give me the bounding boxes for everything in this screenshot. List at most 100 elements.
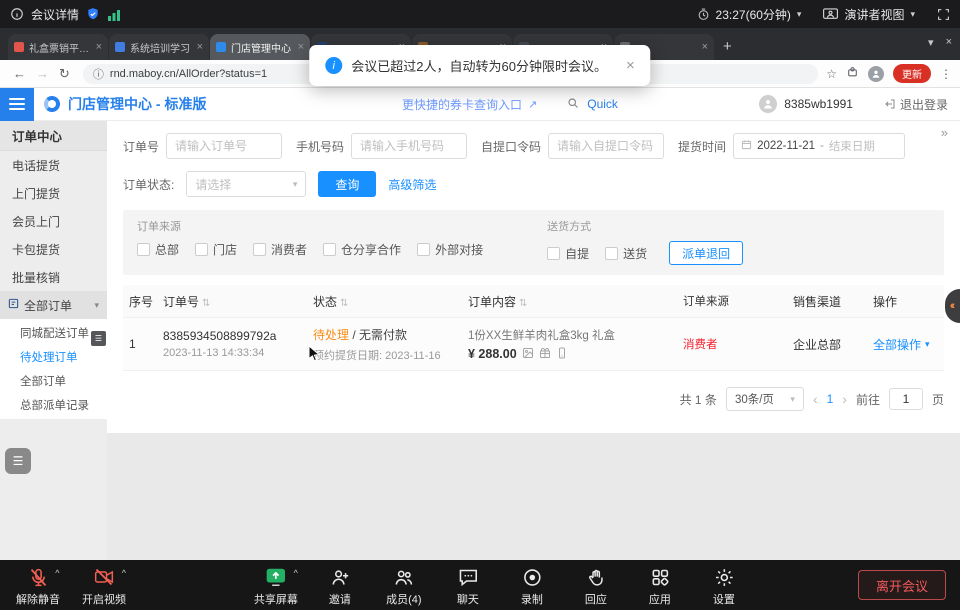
quick-menu-button[interactable]: ☰ (5, 448, 31, 474)
chat-button[interactable]: 聊天 (444, 565, 492, 607)
record-button[interactable]: 录制 (508, 565, 556, 607)
status-badge: 待处理 (313, 328, 349, 342)
browser-update-button[interactable]: 更新 (893, 64, 931, 83)
tab-close-icon[interactable]: × (298, 41, 304, 53)
image-icon[interactable] (522, 347, 534, 362)
phone-label: 手机号码 (296, 138, 344, 155)
invite-button[interactable]: 邀请 (316, 565, 364, 607)
order-status-select[interactable]: 请选择 ▾ (186, 171, 306, 197)
row-actions-dropdown[interactable]: 全部操作 ▾ (873, 336, 943, 353)
mute-button[interactable]: ^ 解除静音 (14, 565, 62, 607)
leave-meeting-button[interactable]: 离开会议 (858, 570, 946, 600)
browser-tab[interactable]: 系统培训学习× (109, 34, 209, 60)
select-caret-icon: ▾ (293, 179, 298, 190)
quick-search-link[interactable]: Quick (587, 97, 618, 111)
coupon-query-link[interactable]: 更快捷的券卡查询入口 (402, 96, 522, 113)
network-signal-icon[interactable] (107, 8, 121, 21)
sidebar-item-all-orders[interactable]: 全部订单 ▾ (0, 291, 107, 319)
reload-icon[interactable]: ↻ (59, 66, 70, 82)
order-table-row[interactable]: 1 8385934508899792a 2023-11-13 14:33:34 … (123, 317, 944, 371)
fullscreen-icon[interactable] (937, 8, 950, 21)
sort-icon[interactable]: ⇅ (340, 298, 348, 309)
view-caret-icon[interactable]: ▾ (910, 9, 915, 20)
back-icon[interactable]: ← (13, 66, 26, 81)
page-size-select[interactable]: 30条/页 ▾ (726, 387, 804, 411)
sidebar-item-cardbag-pickup[interactable]: 卡包提货 (0, 235, 107, 263)
search-button[interactable]: 查询 (318, 171, 376, 197)
video-options-caret-icon[interactable]: ^ (122, 568, 126, 578)
next-page-button[interactable]: › (842, 391, 847, 407)
dispatch-return-button[interactable]: 派单退回 (669, 241, 743, 265)
sidebar-toggle-icon[interactable]: ☰ (91, 331, 106, 346)
browser-tab-active[interactable]: 门店管理中心× (210, 34, 310, 60)
start-video-button[interactable]: ^ 开启视频 (80, 565, 128, 607)
logout-icon (884, 98, 896, 110)
sort-icon[interactable]: ⇅ (519, 298, 527, 309)
menu-button[interactable] (0, 88, 34, 121)
forward-icon[interactable]: → (36, 66, 49, 81)
mic-options-caret-icon[interactable]: ^ (55, 568, 59, 578)
site-info-icon[interactable]: ⓘ (93, 66, 104, 82)
members-button[interactable]: 成员(4) (380, 565, 428, 607)
order-no-input[interactable] (166, 133, 282, 159)
prev-page-button[interactable]: ‹ (813, 391, 818, 407)
checkbox-source-warehouse-share[interactable]: 仓分享合作 (323, 241, 401, 258)
profile-avatar[interactable] (868, 66, 884, 82)
security-shield-icon[interactable] (86, 7, 100, 21)
phone-icon[interactable] (556, 347, 568, 362)
reaction-button[interactable]: 回应 (572, 565, 620, 607)
phone-input[interactable] (351, 133, 467, 159)
apps-button[interactable]: 应用 (636, 565, 684, 607)
collapse-panel-icon[interactable]: » (941, 125, 948, 140)
order-time: 2023-11-13 14:33:34 (163, 347, 307, 359)
checkbox-delivery-selfpickup[interactable]: 自提 (547, 245, 589, 262)
bookmark-star-icon[interactable]: ☆ (826, 67, 837, 81)
reaction-hand-icon (585, 567, 606, 588)
sidebar-subitem-all-orders[interactable]: 全部订单 (0, 369, 107, 393)
info-icon[interactable] (10, 7, 24, 21)
checkbox-delivery-deliver[interactable]: 送货 (605, 245, 647, 262)
pickup-code-input[interactable] (548, 133, 664, 159)
sidebar-item-member-visit[interactable]: 会员上门 (0, 207, 107, 235)
calendar-icon (741, 139, 752, 153)
tab-close-icon[interactable]: × (96, 41, 102, 53)
browser-tab[interactable]: 礼盒票销平台管理中心× (8, 34, 108, 60)
sidebar-subitem-hq-dispatch-records[interactable]: 总部派单记录 (0, 393, 107, 417)
goto-page-input[interactable] (889, 388, 923, 410)
order-status-label: 订单状态: (123, 176, 174, 193)
extensions-icon[interactable] (846, 65, 859, 83)
sort-icon[interactable]: ⇅ (202, 298, 210, 309)
total-count: 共 1 条 (680, 391, 717, 408)
sidebar-item-batch-verify[interactable]: 批量核销 (0, 263, 107, 291)
tab-search-icon[interactable]: ▾ (928, 36, 934, 49)
share-options-caret-icon[interactable]: ^ (294, 568, 298, 578)
sidebar-subitem-pending-orders[interactable]: 待处理订单 (0, 345, 107, 369)
sidebar-item-phone-pickup[interactable]: 电话提货 (0, 151, 107, 179)
checkbox-source-consumer[interactable]: 消费者 (253, 241, 307, 258)
settings-button[interactable]: 设置 (700, 565, 748, 607)
window-close-icon[interactable]: × (946, 36, 952, 49)
checkbox-source-external[interactable]: 外部对接 (417, 241, 483, 258)
checkbox-icon (417, 243, 430, 256)
tab-close-icon[interactable]: × (702, 41, 708, 53)
advanced-filter-link[interactable]: 高级筛选 (388, 176, 436, 193)
logout-button[interactable]: 退出登录 (884, 96, 948, 113)
settings-gear-icon (713, 567, 734, 588)
pickup-date-range[interactable]: 2022-11-21 - 结束日期 (733, 133, 905, 159)
current-page[interactable]: 1 (827, 392, 834, 406)
browser-menu-icon[interactable]: ⋮ (940, 67, 952, 81)
gift-icon[interactable] (539, 347, 551, 362)
tab-close-icon[interactable]: × (197, 41, 203, 53)
meeting-details-label[interactable]: 会议详情 (31, 6, 79, 23)
new-tab-button[interactable]: + (723, 38, 732, 55)
checkbox-source-store[interactable]: 门店 (195, 241, 237, 258)
view-mode-label[interactable]: 演讲者视图 (844, 6, 904, 23)
sidebar-item-door-pickup[interactable]: 上门提货 (0, 179, 107, 207)
timer-caret-icon[interactable]: ▾ (797, 9, 802, 20)
speaker-view-icon (823, 8, 838, 21)
tab-favicon (216, 42, 226, 52)
share-screen-button[interactable]: ^ 共享屏幕 (252, 565, 300, 607)
checkbox-source-hq[interactable]: 总部 (137, 241, 179, 258)
checkbox-icon (253, 243, 266, 256)
toast-close-icon[interactable]: × (626, 57, 635, 74)
